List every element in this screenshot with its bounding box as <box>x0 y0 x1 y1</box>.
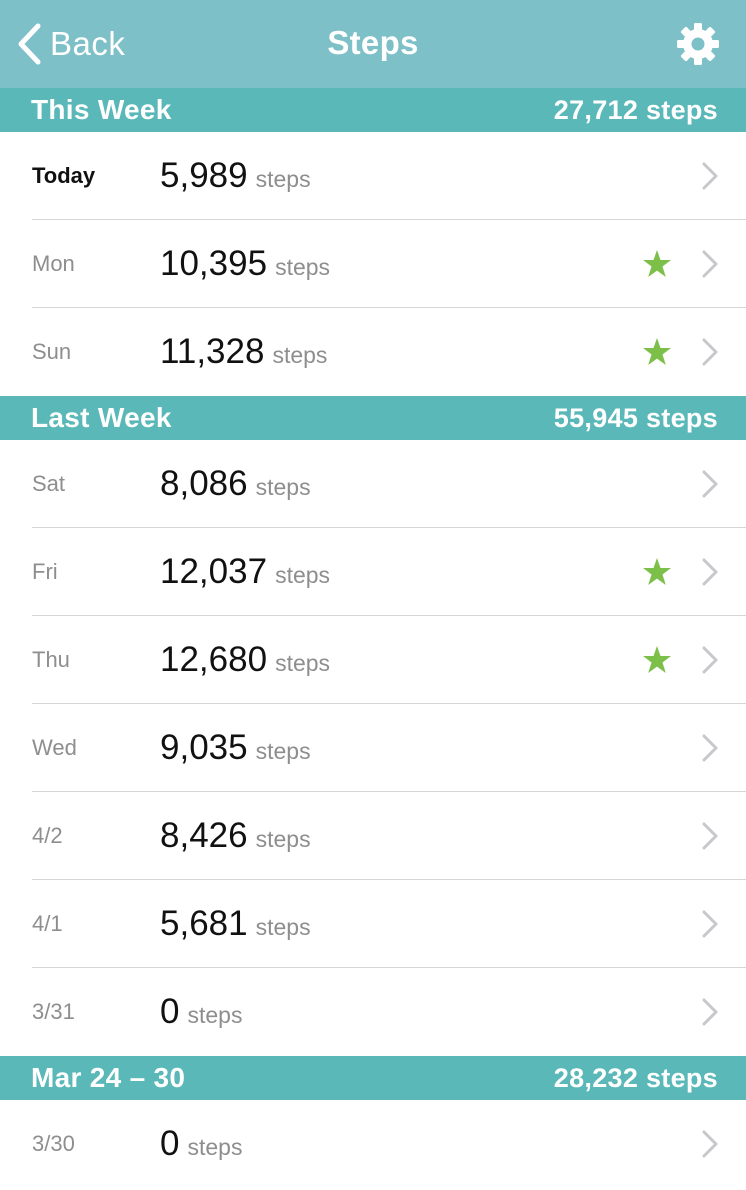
star-icon <box>642 249 672 279</box>
step-count: 8,086 steps <box>160 464 311 504</box>
day-row[interactable]: Wed 9,035 steps <box>0 704 746 792</box>
step-count-unit: steps <box>187 1002 243 1028</box>
section-header: Last Week 55,945 steps <box>0 396 746 440</box>
chevron-right-icon <box>701 998 719 1026</box>
step-count-unit: steps <box>255 474 311 500</box>
day-row[interactable]: 3/31 0 steps <box>0 968 746 1056</box>
step-count-unit: steps <box>255 826 311 852</box>
day-row[interactable]: 3/30 0 steps <box>0 1100 746 1188</box>
gear-icon[interactable] <box>676 22 720 66</box>
step-count-unit: steps <box>275 254 331 280</box>
day-label: Sat <box>32 471 66 496</box>
day-label: 3/30 <box>32 1131 75 1156</box>
chevron-right-icon <box>701 734 719 762</box>
step-count-unit: steps <box>255 738 311 764</box>
step-count-value: 11,328 <box>160 332 265 371</box>
step-count: 8,426 steps <box>160 816 311 856</box>
section-total: 27,712 steps <box>553 94 718 125</box>
section-total: 55,945 steps <box>553 402 718 433</box>
step-count: 12,680 steps <box>160 640 330 680</box>
step-count-value: 5,681 <box>160 904 248 943</box>
section-header: Mar 24 – 30 28,232 steps <box>0 1056 746 1100</box>
day-label: 3/31 <box>32 999 75 1024</box>
steps-list: This Week 27,712 steps Today 5,989 steps Mon 1… <box>0 88 746 1188</box>
day-row[interactable]: Sat 8,086 steps <box>0 440 746 528</box>
step-count: 0 steps <box>160 992 242 1032</box>
chevron-right-icon <box>701 162 719 190</box>
page-title: Steps <box>327 24 419 61</box>
step-count: 5,681 steps <box>160 904 311 944</box>
step-count-unit: steps <box>275 650 331 676</box>
chevron-right-icon <box>701 822 719 850</box>
day-row[interactable]: 4/1 5,681 steps <box>0 880 746 968</box>
section-title: Mar 24 – 30 <box>31 1062 186 1093</box>
step-count-unit: steps <box>275 562 331 588</box>
chevron-right-icon <box>701 646 719 674</box>
star-icon <box>642 645 672 675</box>
day-row[interactable]: Sun 11,328 steps <box>0 308 746 396</box>
step-count-value: 8,086 <box>160 464 248 503</box>
star-icon <box>642 337 672 367</box>
step-count-value: 8,426 <box>160 816 248 855</box>
day-label: Thu <box>32 647 70 672</box>
step-count-value: 5,989 <box>160 156 248 195</box>
day-label: Wed <box>32 735 77 760</box>
day-label: Fri <box>32 559 58 584</box>
step-count-unit: steps <box>255 914 311 940</box>
step-count: 12,037 steps <box>160 552 330 592</box>
day-label: Mon <box>32 251 75 276</box>
step-count-value: 0 <box>160 1124 180 1163</box>
chevron-right-icon <box>701 338 719 366</box>
nav-bar: Back Steps <box>0 0 746 88</box>
section-header: This Week 27,712 steps <box>0 88 746 132</box>
chevron-right-icon <box>701 558 719 586</box>
chevron-right-icon <box>701 1130 719 1158</box>
step-count-value: 12,037 <box>160 552 268 591</box>
step-count-unit: steps <box>272 342 328 368</box>
step-count: 11,328 steps <box>160 332 327 372</box>
day-label: 4/2 <box>32 823 63 848</box>
step-count: 10,395 steps <box>160 244 330 284</box>
day-row[interactable]: Fri 12,037 steps <box>0 528 746 616</box>
step-count-unit: steps <box>187 1134 243 1160</box>
day-row[interactable]: Mon 10,395 steps <box>0 220 746 308</box>
step-count: 0 steps <box>160 1124 242 1164</box>
chevron-right-icon <box>701 470 719 498</box>
step-count-value: 0 <box>160 992 180 1031</box>
star-icon <box>642 557 672 587</box>
section-title: Last Week <box>31 402 172 433</box>
step-count-value: 10,395 <box>160 244 268 283</box>
chevron-right-icon <box>701 910 719 938</box>
section-total: 28,232 steps <box>553 1062 718 1093</box>
step-count: 9,035 steps <box>160 728 311 768</box>
chevron-right-icon <box>701 250 719 278</box>
day-row[interactable]: Today 5,989 steps <box>0 132 746 220</box>
step-count-unit: steps <box>255 166 311 192</box>
step-count-value: 12,680 <box>160 640 268 679</box>
step-count: 5,989 steps <box>160 156 311 196</box>
step-count-value: 9,035 <box>160 728 248 767</box>
section-title: This Week <box>31 94 172 125</box>
day-label: Today <box>32 163 96 188</box>
day-label: Sun <box>32 339 72 364</box>
day-label: 4/1 <box>32 911 63 936</box>
day-row[interactable]: Thu 12,680 steps <box>0 616 746 704</box>
day-row[interactable]: 4/2 8,426 steps <box>0 792 746 880</box>
